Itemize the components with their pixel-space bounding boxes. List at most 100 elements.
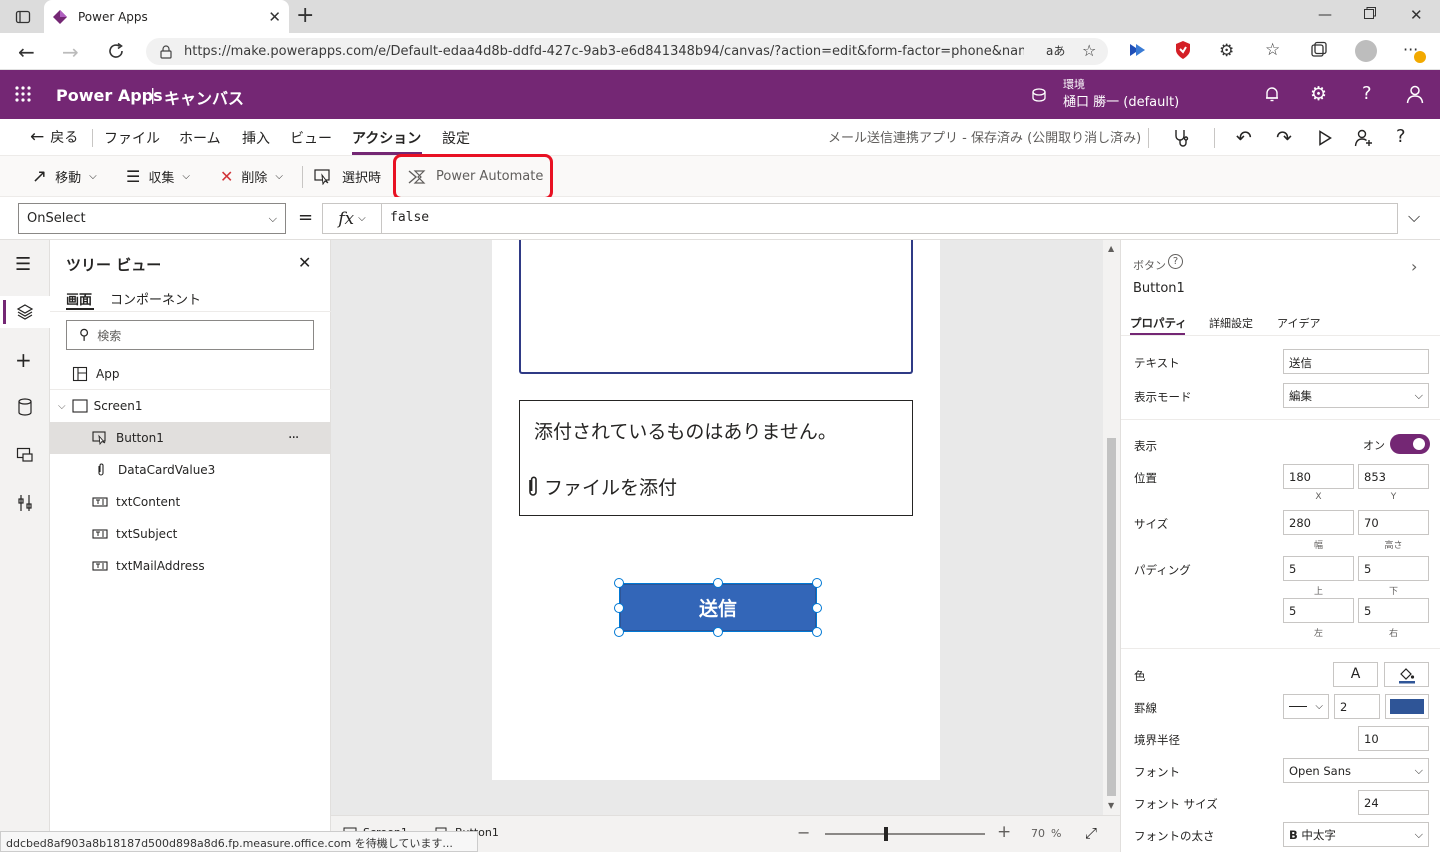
favorite-add-icon[interactable]: ☆ [1082, 41, 1096, 60]
tab-components[interactable]: コンポーネント [110, 289, 201, 308]
forward-arrow-icon[interactable]: → [62, 40, 79, 64]
close-panel-icon[interactable]: ✕ [298, 253, 311, 272]
padding-left-input[interactable]: 5 [1283, 598, 1354, 623]
resize-handle[interactable] [614, 578, 624, 588]
read-aloud-icon[interactable]: aあ [1046, 42, 1065, 59]
info-help-icon[interactable]: ? [1168, 254, 1183, 269]
scroll-up-icon[interactable]: ▲ [1108, 244, 1114, 253]
attachment-control[interactable]: 添付されているものはありません。 ファイルを添付 [519, 400, 913, 516]
menu-action[interactable]: アクション [352, 119, 421, 156]
font-dropdown[interactable]: Open Sans ⌵ [1283, 758, 1429, 783]
tab-ideas[interactable]: アイデア [1277, 315, 1320, 331]
padding-top-input[interactable]: 5 [1283, 556, 1354, 581]
close-window-icon[interactable]: ✕ [1410, 6, 1423, 24]
close-tab-icon[interactable]: ✕ [268, 8, 281, 26]
fill-color-button[interactable] [1384, 662, 1429, 687]
zoom-slider-track[interactable] [825, 833, 985, 835]
environment-icon[interactable] [1030, 86, 1048, 104]
formula-input[interactable]: false [381, 203, 1398, 234]
account-icon[interactable] [1405, 84, 1425, 104]
position-x-input[interactable]: 180 [1283, 464, 1354, 489]
data-cylinder-icon[interactable] [17, 398, 33, 416]
tree-item-screen1[interactable]: ⌵ Screen1 [50, 390, 331, 422]
font-weight-dropdown[interactable]: B 中太字 ⌵ [1283, 822, 1429, 847]
menu-file[interactable]: ファイル [104, 119, 160, 156]
expand-panel-icon[interactable]: › [1411, 257, 1417, 276]
border-color-button[interactable] [1385, 694, 1429, 719]
zoom-in-icon[interactable]: + [997, 822, 1011, 842]
tree-item-txtsubject[interactable]: txtSubject [50, 518, 331, 550]
resize-handle[interactable] [614, 603, 624, 613]
tree-item-txtcontent[interactable]: txtContent [50, 486, 331, 518]
tab-actions-icon[interactable] [14, 8, 32, 26]
insert-plus-icon[interactable]: + [15, 348, 32, 372]
extension-arrow-icon[interactable] [1128, 42, 1148, 58]
address-bar[interactable]: https://make.powerapps.com/e/Default-eda… [146, 38, 1108, 65]
menu-view[interactable]: ビュー [290, 119, 332, 156]
undo-icon[interactable]: ↶ [1236, 127, 1252, 149]
menu-insert[interactable]: 挿入 [242, 119, 270, 156]
redo-icon[interactable]: ↷ [1276, 127, 1292, 149]
tab-properties[interactable]: プロパティ [1130, 315, 1187, 331]
tree-item-app[interactable]: App [50, 358, 331, 390]
tree-search[interactable]: ⚲ 検索 [66, 320, 314, 350]
resize-handle[interactable] [713, 578, 723, 588]
onselect-button[interactable]: 選択時 [314, 156, 381, 197]
menu-settings[interactable]: 設定 [442, 119, 470, 156]
resize-handle[interactable] [812, 627, 822, 637]
scroll-down-icon[interactable]: ▼ [1108, 801, 1114, 810]
width-input[interactable]: 280 [1283, 510, 1354, 535]
help-question-icon[interactable]: ? [1396, 126, 1406, 147]
favorites-icon[interactable]: ☆ [1265, 40, 1280, 60]
tree-item-button1[interactable]: Button1 ··· [50, 422, 331, 454]
settings-gear-icon[interactable]: ⚙ [1310, 83, 1327, 105]
radius-input[interactable]: 10 [1358, 726, 1429, 751]
tree-item-datacardvalue3[interactable]: DataCardValue3 [50, 454, 331, 486]
play-preview-icon[interactable] [1318, 130, 1332, 146]
fit-to-window-icon[interactable]: ⤢ [1085, 824, 1097, 842]
tab-screens[interactable]: 画面 [66, 289, 92, 308]
environment-value[interactable]: 樋口 勝一 (default) [1063, 91, 1179, 110]
menu-home[interactable]: ホーム [179, 119, 221, 156]
expand-formula-icon[interactable]: ⌵ [1408, 207, 1420, 227]
text-color-button[interactable]: A [1333, 662, 1378, 687]
extensions-icon[interactable]: ⚙ [1219, 41, 1234, 61]
padding-right-input[interactable]: 5 [1358, 598, 1429, 623]
position-y-input[interactable]: 853 [1358, 464, 1429, 489]
app-launcher-icon[interactable] [14, 85, 32, 103]
back-arrow-icon[interactable]: ← [18, 40, 35, 64]
phone-screen[interactable]: 添付されているものはありません。 ファイルを添付 送信 [492, 240, 940, 780]
restore-icon[interactable] [1363, 6, 1377, 20]
refresh-icon[interactable] [106, 41, 126, 61]
hamburger-icon[interactable]: ☰ [15, 254, 31, 275]
tab-advanced[interactable]: 詳細設定 [1209, 315, 1253, 331]
property-dropdown[interactable]: OnSelect ⌵ [18, 203, 286, 234]
lock-icon[interactable] [160, 44, 172, 59]
font-size-input[interactable]: 24 [1358, 790, 1429, 815]
notifications-icon[interactable] [1263, 85, 1281, 103]
resize-handle[interactable] [713, 627, 723, 637]
content-text-box[interactable] [519, 240, 913, 374]
back-button[interactable]: ← 戻る [30, 119, 78, 156]
attach-file-link[interactable]: ファイルを添付 [526, 473, 677, 500]
resize-handle[interactable] [614, 627, 624, 637]
remove-button[interactable]: ✕ 削除 ⌵ [220, 156, 283, 197]
collect-button[interactable]: ☰ 収集 ⌵ [126, 156, 190, 197]
padding-bottom-input[interactable]: 5 [1358, 556, 1429, 581]
power-automate-button[interactable]: Power Automate [408, 156, 543, 197]
shield-extension-icon[interactable] [1173, 40, 1193, 60]
resize-handle[interactable] [812, 578, 822, 588]
collections-icon[interactable] [1310, 41, 1328, 59]
border-width-input[interactable]: 2 [1334, 694, 1380, 719]
help-icon[interactable]: ? [1362, 83, 1372, 104]
browser-tab[interactable]: Power Apps ✕ [44, 0, 289, 33]
zoom-out-icon[interactable]: − [797, 823, 810, 842]
share-user-icon[interactable] [1354, 128, 1374, 148]
fx-button[interactable]: fx ⌵ [322, 203, 382, 234]
display-mode-dropdown[interactable]: 編集 ⌵ [1283, 383, 1429, 408]
new-tab-icon[interactable]: + [296, 3, 314, 28]
zoom-slider-thumb[interactable] [884, 827, 888, 841]
advanced-tools-icon[interactable] [17, 494, 33, 512]
vertical-scrollbar[interactable]: ▲ ▼ [1103, 240, 1120, 815]
control-name[interactable]: Button1 [1133, 281, 1185, 296]
